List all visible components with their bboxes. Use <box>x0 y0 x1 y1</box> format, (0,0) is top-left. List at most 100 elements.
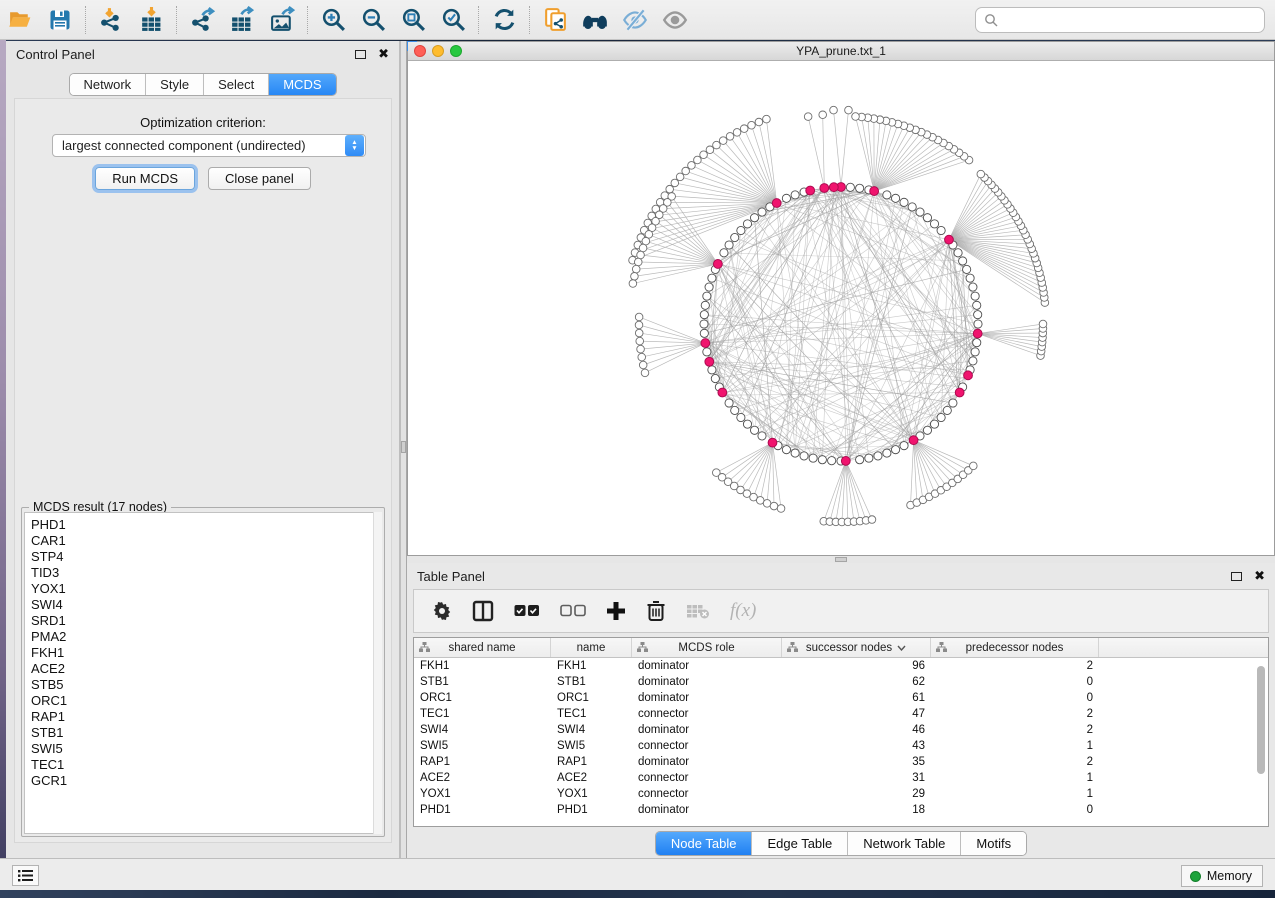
mcds-result-item[interactable]: SWI4 <box>31 597 381 613</box>
mcds-result-item[interactable]: PMA2 <box>31 629 381 645</box>
mcds-node[interactable] <box>820 184 829 193</box>
network-node[interactable] <box>959 257 967 265</box>
save-icon[interactable] <box>40 3 80 37</box>
column-header-MCDS-role[interactable]: MCDS role <box>632 638 782 657</box>
memory-button[interactable]: Memory <box>1181 865 1263 887</box>
network-node[interactable] <box>891 446 899 454</box>
table-row[interactable]: ACE2ACE2connector311 <box>414 770 1268 786</box>
mcds-node[interactable] <box>973 329 982 338</box>
zoom-fit-icon[interactable] <box>393 3 433 37</box>
leaf-node[interactable] <box>713 141 721 149</box>
network-node[interactable] <box>930 420 938 428</box>
table-row[interactable]: PHD1PHD1dominator180 <box>414 802 1268 818</box>
network-node[interactable] <box>846 183 854 191</box>
network-node[interactable] <box>966 274 974 282</box>
column-header-predecessor-nodes[interactable]: predecessor nodes <box>931 638 1099 657</box>
leaf-node[interactable] <box>700 151 708 159</box>
network-node[interactable] <box>700 329 708 337</box>
network-node[interactable] <box>969 357 977 365</box>
network-node[interactable] <box>856 456 864 464</box>
deselect-all-icon[interactable] <box>560 604 586 618</box>
mcds-result-item[interactable]: TEC1 <box>31 757 381 773</box>
network-node[interactable] <box>900 442 908 450</box>
leaf-node[interactable] <box>635 329 643 337</box>
tab-mcds[interactable]: MCDS <box>269 74 335 95</box>
delete-column-icon[interactable] <box>646 600 666 622</box>
export-table-icon[interactable] <box>222 3 262 37</box>
network-node[interactable] <box>700 311 708 319</box>
mcds-node[interactable] <box>772 199 781 208</box>
network-node[interactable] <box>737 413 745 421</box>
mcds-result-item[interactable]: STB5 <box>31 677 381 693</box>
network-node[interactable] <box>731 406 739 414</box>
zoom-in-icon[interactable] <box>313 3 353 37</box>
leaf-node[interactable] <box>845 106 853 114</box>
network-node[interactable] <box>743 220 751 228</box>
scrollbar-thumb[interactable] <box>1257 666 1265 774</box>
network-node[interactable] <box>720 249 728 257</box>
mcds-result-item[interactable]: STB1 <box>31 725 381 741</box>
leaf-node[interactable] <box>639 244 647 252</box>
network-node[interactable] <box>703 292 711 300</box>
table-settings-gear-icon[interactable] <box>432 601 452 621</box>
table-row[interactable]: STB1STB1dominator620 <box>414 674 1268 690</box>
leaf-node[interactable] <box>635 321 643 329</box>
network-node[interactable] <box>883 449 891 457</box>
leaf-node[interactable] <box>970 462 978 470</box>
mcds-node[interactable] <box>945 235 954 244</box>
show-columns-icon[interactable] <box>472 600 494 622</box>
close-panel-button[interactable]: Close panel <box>208 167 311 190</box>
network-node[interactable] <box>701 301 709 309</box>
network-node[interactable] <box>791 449 799 457</box>
table-scrollbar[interactable] <box>1256 662 1266 822</box>
tab-motifs[interactable]: Motifs <box>961 832 1026 855</box>
leaf-node[interactable] <box>676 173 684 181</box>
network-node[interactable] <box>758 432 766 440</box>
network-node[interactable] <box>874 452 882 460</box>
close-panel-icon[interactable]: ✖ <box>378 46 389 62</box>
mcds-result-item[interactable]: TID3 <box>31 565 381 581</box>
leaf-node[interactable] <box>868 516 876 524</box>
mcds-node[interactable] <box>841 457 850 466</box>
network-node[interactable] <box>891 194 899 202</box>
table-row[interactable]: RAP1RAP1dominator352 <box>414 754 1268 770</box>
clone-network-icon[interactable] <box>535 3 575 37</box>
table-row[interactable]: ORC1ORC1dominator610 <box>414 690 1268 706</box>
network-graph[interactable] <box>408 61 1274 555</box>
leaf-node[interactable] <box>638 353 646 361</box>
leaf-node[interactable] <box>852 113 860 121</box>
network-node[interactable] <box>700 320 708 328</box>
network-node[interactable] <box>916 208 924 216</box>
splitter-grip[interactable] <box>401 441 406 453</box>
leaf-node[interactable] <box>666 185 674 193</box>
search-input[interactable] <box>1004 13 1264 27</box>
network-node[interactable] <box>856 184 864 192</box>
task-history-button[interactable] <box>12 865 39 886</box>
tab-edge-table[interactable]: Edge Table <box>752 832 848 855</box>
leaf-node[interactable] <box>637 251 645 259</box>
network-node[interactable] <box>703 348 711 356</box>
leaf-node[interactable] <box>819 111 827 119</box>
column-header-successor-nodes[interactable]: successor nodes <box>782 638 931 657</box>
mcds-node[interactable] <box>701 339 710 348</box>
network-node[interactable] <box>969 283 977 291</box>
mcds-result-list[interactable]: PHD1CAR1STP4TID3YOX1SWI4SRD1PMA2FKH1ACE2… <box>24 512 382 834</box>
network-node[interactable] <box>809 454 817 462</box>
leaf-node[interactable] <box>671 179 679 187</box>
mcds-result-item[interactable]: PHD1 <box>31 517 381 533</box>
network-node[interactable] <box>782 194 790 202</box>
network-node[interactable] <box>758 208 766 216</box>
network-node[interactable] <box>800 452 808 460</box>
tab-network[interactable]: Network <box>69 74 146 95</box>
leaf-node[interactable] <box>770 502 778 510</box>
network-node[interactable] <box>974 311 982 319</box>
tab-network-table[interactable]: Network Table <box>848 832 961 855</box>
column-header-name[interactable]: name <box>551 638 632 657</box>
network-node[interactable] <box>818 456 826 464</box>
leaf-node[interactable] <box>637 345 645 353</box>
network-node[interactable] <box>708 366 716 374</box>
search-box[interactable] <box>975 7 1265 33</box>
table-row[interactable]: YOX1YOX1connector291 <box>414 786 1268 802</box>
network-node[interactable] <box>900 198 908 206</box>
leaf-node[interactable] <box>634 258 642 266</box>
